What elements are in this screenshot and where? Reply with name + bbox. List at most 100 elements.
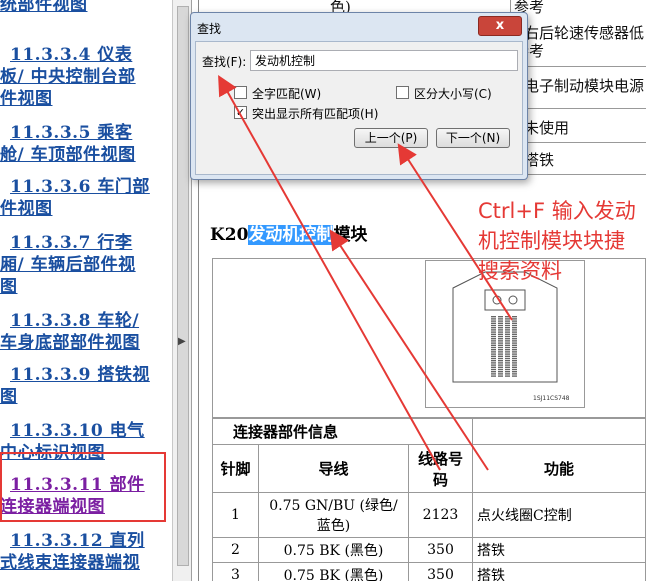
highlight-all-checkbox[interactable]: ✓ [234, 106, 247, 119]
pin [498, 331, 503, 333]
pin [491, 368, 496, 371]
pin [498, 353, 503, 355]
pin [491, 360, 496, 362]
top-table-line [510, 66, 646, 67]
section-header: 连接器部件信息 [212, 418, 473, 445]
pin [498, 364, 503, 366]
pin [491, 355, 496, 357]
annotation-text: Ctrl+F 输入发动机控制模块块捷搜索资料 [478, 199, 636, 283]
cell-wire: 0.75 BK (黑色) [258, 537, 409, 563]
pin [491, 318, 496, 320]
toc-item-line: 11.3.3.12 直列 [10, 531, 145, 551]
pin [498, 327, 503, 329]
pin [505, 355, 510, 357]
pin [498, 355, 503, 357]
toc-scrollbar[interactable] [177, 6, 189, 566]
pin [498, 371, 503, 373]
toc-item-line: 11.3.3.4 仪表 [10, 45, 133, 65]
search-highlight: 发动机控制 [248, 225, 334, 245]
pin [491, 351, 496, 353]
pin [498, 366, 503, 368]
pin [498, 373, 503, 375]
top-cell-6: 搭铁 [524, 151, 555, 169]
pin [505, 373, 510, 375]
pin [498, 342, 503, 344]
pin [512, 327, 517, 329]
collapse-arrow-icon[interactable]: ▶ [178, 336, 186, 347]
pin [512, 346, 517, 349]
table-row: 2 0.75 BK (黑色) 350 搭铁 [212, 537, 646, 563]
pin [491, 362, 496, 364]
pin [505, 324, 510, 327]
dialog-titlebar[interactable]: 查找 x [191, 13, 527, 41]
pin [498, 324, 503, 327]
cell-circuit: 350 [408, 537, 473, 563]
toc-item[interactable]: 11.3.3.12 直列 式线束连接器端视 [0, 530, 172, 574]
next-button[interactable]: 下一个(N) [436, 128, 510, 148]
pin [491, 316, 496, 318]
toc-item-line: 厢/ 车辆后部件视 [0, 255, 136, 275]
toc-item[interactable]: 11.3.3.7 行李 厢/ 车辆后部件视图 [0, 232, 172, 298]
pin [491, 342, 496, 344]
pin [498, 362, 503, 364]
heading-prefix: K20 [210, 225, 249, 245]
toc-item-line: 统部件视图 [0, 0, 88, 15]
toc-item-line: 11.3.3.9 搭铁视 [10, 365, 150, 385]
pin [498, 316, 503, 318]
top-cell-4: 电子制动模块电源 [524, 77, 645, 95]
pin [512, 338, 517, 340]
pin [512, 316, 517, 318]
toc-item-line: 件视图 [0, 89, 53, 109]
toc-item[interactable]: 11.3.3.9 搭铁视图 [0, 364, 172, 408]
toc-item-line: 舱/ 车顶部件视图 [0, 145, 136, 165]
pin [505, 338, 510, 340]
pin [498, 335, 503, 338]
toc-item[interactable]: 11.3.3.6 车门部 件视图 [0, 176, 172, 220]
toc-item[interactable]: 11.3.3.4 仪表 板/ 中央控制台部 件视图 [0, 44, 172, 110]
pin [505, 375, 510, 377]
pin [512, 357, 517, 360]
pin [505, 368, 510, 371]
pin [505, 327, 510, 329]
pin [505, 366, 510, 368]
pin [512, 344, 517, 346]
pane-splitter[interactable]: ▶ [172, 0, 192, 581]
prev-button[interactable]: 上一个(P) [354, 128, 428, 148]
dialog-title: 查找 [197, 22, 222, 36]
col-pin: 针脚 [212, 444, 259, 493]
toc-item-line: 板/ 中央控制台部 [0, 67, 136, 87]
cell-pin: 3 [212, 562, 259, 581]
toc-item[interactable]: 统部件视图 [0, 0, 172, 16]
pin [491, 324, 496, 327]
pin [491, 364, 496, 366]
toc-item[interactable]: 11.3.3.5 乘客 舱/ 车顶部件视图 [0, 122, 172, 166]
toc-item-line: 式线束连接器端视 [0, 553, 140, 573]
find-input[interactable] [250, 50, 518, 71]
pin [512, 333, 517, 335]
top-table-line [510, 108, 646, 109]
table-row: 3 0.75 BK (黑色) 350 搭铁 [212, 562, 646, 581]
match-case-checkbox[interactable] [396, 86, 409, 99]
table-row: 1 0.75 GN/BU (绿色/蓝色) 2123 点火线圈C控制 [212, 492, 646, 538]
pin [505, 351, 510, 353]
pin [512, 318, 517, 320]
pin [491, 357, 496, 360]
heading-suffix: 模块 [333, 225, 368, 245]
pin [505, 320, 510, 322]
pin [498, 333, 503, 335]
pin [491, 340, 496, 342]
toc-item-line: 图 [0, 387, 18, 407]
dialog-body: 查找(F): 全字匹配(W) 区分大小写(C) ✓ 突出显示所有匹配项(H) 上… [195, 41, 523, 175]
pin [505, 353, 510, 355]
pin [498, 368, 503, 371]
pin [512, 331, 517, 333]
whole-word-checkbox[interactable] [234, 86, 247, 99]
pin [512, 320, 517, 322]
close-button[interactable]: x [478, 16, 522, 36]
toc-item[interactable]: 11.3.3.8 车轮/车身底部部件视图 [0, 310, 172, 354]
find-label: 查找(F): [202, 55, 247, 69]
pin [498, 320, 503, 322]
pin [512, 360, 517, 362]
pin [491, 335, 496, 338]
pin [512, 375, 517, 377]
